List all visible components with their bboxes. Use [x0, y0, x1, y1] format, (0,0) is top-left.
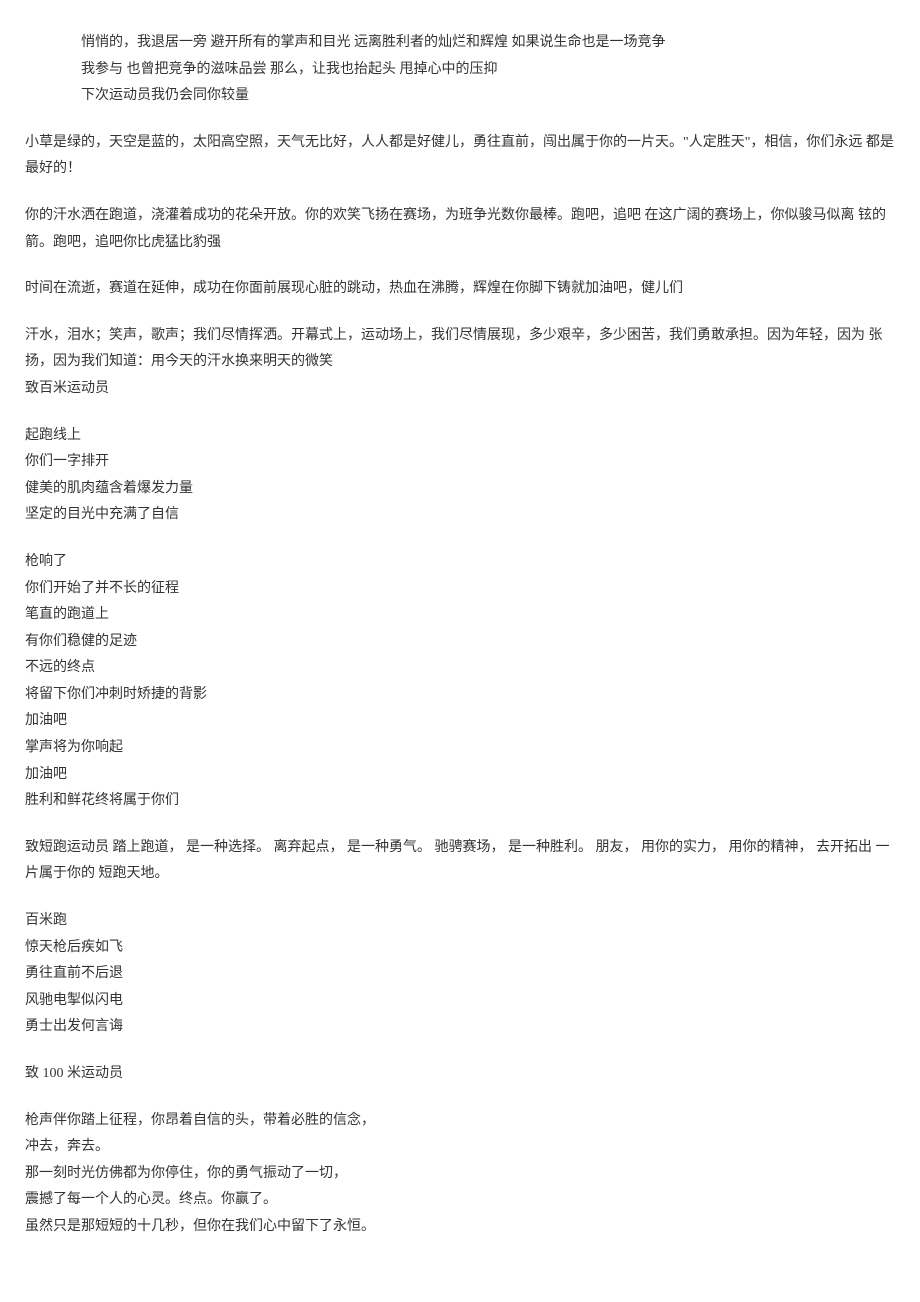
- text-line: 勇士出发何言诲: [25, 1014, 895, 1041]
- paragraph-group: 汗水，泪水；笑声，歌声；我们尽情挥洒。开幕式上，运动场上，我们尽情展现，多少艰辛…: [25, 323, 895, 403]
- paragraph: 致 100 米运动员: [25, 1061, 895, 1088]
- text-line: 你们一字排开: [25, 449, 895, 476]
- text-line: 百米跑: [25, 908, 895, 935]
- text-line: 虽然只是那短短的十几秒，但你在我们心中留下了永恒。: [25, 1214, 895, 1241]
- text-line: 勇往直前不后退: [25, 961, 895, 988]
- text-line: 枪声伴你踏上征程，你昂着自信的头，带着必胜的信念，: [25, 1108, 895, 1135]
- text-line: 悄悄的，我退居一旁 避开所有的掌声和目光 远离胜利者的灿烂和辉煌 如果说生命也是…: [81, 30, 895, 57]
- paragraph: 小草是绿的，天空是蓝的，太阳高空照，天气无比好，人人都是好健儿，勇往直前，闯出属…: [25, 130, 895, 183]
- stanza: 枪声伴你踏上征程，你昂着自信的头，带着必胜的信念， 冲去，奔去。 那一刻时光仿佛…: [25, 1108, 895, 1241]
- text-line: 冲去，奔去。: [25, 1134, 895, 1161]
- text-line: 致百米运动员: [25, 376, 895, 403]
- text-line: 加油吧: [25, 708, 895, 735]
- text-line: 你们开始了并不长的征程: [25, 576, 895, 603]
- paragraph: 致短跑运动员 踏上跑道， 是一种选择。 离弃起点， 是一种勇气。 驰骋赛场， 是…: [25, 835, 895, 888]
- text-line: 不远的终点: [25, 655, 895, 682]
- stanza: 百米跑 惊天枪后疾如飞 勇往直前不后退 风驰电掣似闪电 勇士出发何言诲: [25, 908, 895, 1041]
- text-line: 我参与 也曾把竞争的滋味品尝 那么，让我也抬起头 甩掉心中的压抑: [81, 57, 895, 84]
- text-line: 胜利和鲜花终将属于你们: [25, 788, 895, 815]
- opening-block: 悄悄的，我退居一旁 避开所有的掌声和目光 远离胜利者的灿烂和辉煌 如果说生命也是…: [25, 30, 895, 110]
- text-line: 掌声将为你响起: [25, 735, 895, 762]
- paragraph: 你的汗水洒在跑道，浇灌着成功的花朵开放。你的欢笑飞扬在赛场，为班争光数你最棒。跑…: [25, 203, 895, 256]
- text-line: 有你们稳健的足迹: [25, 629, 895, 656]
- text-line: 汗水，泪水；笑声，歌声；我们尽情挥洒。开幕式上，运动场上，我们尽情展现，多少艰辛…: [25, 323, 895, 376]
- stanza: 起跑线上 你们一字排开 健美的肌肉蕴含着爆发力量 坚定的目光中充满了自信: [25, 423, 895, 529]
- text-line: 起跑线上: [25, 423, 895, 450]
- text-line: 健美的肌肉蕴含着爆发力量: [25, 476, 895, 503]
- text-line: 枪响了: [25, 549, 895, 576]
- text-line: 惊天枪后疾如飞: [25, 935, 895, 962]
- paragraph: 时间在流逝，赛道在延伸，成功在你面前展现心脏的跳动，热血在沸腾，辉煌在你脚下铸就…: [25, 276, 895, 303]
- text-line: 风驰电掣似闪电: [25, 988, 895, 1015]
- text-line: 坚定的目光中充满了自信: [25, 502, 895, 529]
- stanza: 枪响了 你们开始了并不长的征程 笔直的跑道上 有你们稳健的足迹 不远的终点 将留…: [25, 549, 895, 815]
- text-line: 笔直的跑道上: [25, 602, 895, 629]
- text-line: 那一刻时光仿佛都为你停住，你的勇气振动了一切，: [25, 1161, 895, 1188]
- text-line: 下次运动员我仍会同你较量: [81, 83, 895, 110]
- text-line: 震撼了每一个人的心灵。终点。你赢了。: [25, 1187, 895, 1214]
- text-line: 加油吧: [25, 762, 895, 789]
- text-line: 将留下你们冲刺时矫捷的背影: [25, 682, 895, 709]
